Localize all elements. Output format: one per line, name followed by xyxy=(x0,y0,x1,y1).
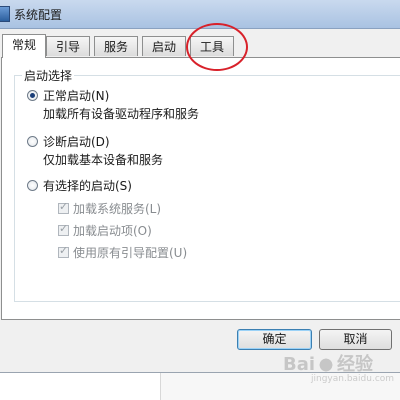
selective-startup-label[interactable]: 有选择的启动(S) xyxy=(43,177,132,194)
tab-startup[interactable]: 启动 xyxy=(142,36,187,56)
diagnostic-startup-description: 仅加载基本设备和服务 xyxy=(43,153,164,167)
use-original-boot-config-checkbox[interactable] xyxy=(58,244,69,258)
ok-button[interactable]: 确定 xyxy=(237,329,312,350)
window-title: 系统配置 xyxy=(14,8,63,22)
background-pane xyxy=(0,373,161,400)
diagnostic-startup-label[interactable]: 诊断启动(D) xyxy=(43,133,110,150)
cancel-button[interactable]: 取消 xyxy=(319,329,392,350)
watermark-url: jingyan.baidu.com xyxy=(311,374,395,384)
system-config-window: 系统配置 常规 引导 服务 启动 工具 启动选择 正常启动(N) 加载所有设备驱… xyxy=(0,0,400,373)
tab-tools[interactable]: 工具 xyxy=(190,36,235,56)
use-original-boot-config-label: 使用原有引导配置(U) xyxy=(73,246,188,260)
tab-general[interactable]: 常规 xyxy=(2,34,47,58)
load-startup-items-label: 加载启动项(O) xyxy=(73,224,152,238)
normal-startup-radio[interactable] xyxy=(27,90,38,101)
normal-startup-label[interactable]: 正常启动(N) xyxy=(43,87,109,104)
baidu-watermark: Bai 经验 jingyan.baidu.com xyxy=(283,350,395,390)
load-system-services-label: 加载系统服务(L) xyxy=(73,202,162,216)
diagnostic-startup-radio[interactable] xyxy=(27,136,38,147)
startup-selection-group: 启动选择 正常启动(N) 加载所有设备驱动程序和服务 诊断启动(D) 仅加载基本… xyxy=(14,67,400,302)
title-bar: 系统配置 xyxy=(0,0,400,29)
load-startup-items-checkbox[interactable] xyxy=(58,222,69,236)
tab-boot[interactable]: 引导 xyxy=(46,36,91,56)
watermark-text-2: 经验 xyxy=(337,354,374,375)
selective-startup-radio[interactable] xyxy=(27,180,38,191)
group-title: 启动选择 xyxy=(22,67,75,84)
tab-services[interactable]: 服务 xyxy=(94,36,139,56)
tab-strip: 常规 引导 服务 启动 工具 xyxy=(0,34,400,58)
app-icon xyxy=(0,6,10,22)
paw-icon xyxy=(315,354,338,376)
general-tab-panel: 启动选择 正常启动(N) 加载所有设备驱动程序和服务 诊断启动(D) 仅加载基本… xyxy=(1,57,400,320)
normal-startup-description: 加载所有设备驱动程序和服务 xyxy=(43,107,200,121)
load-system-services-checkbox[interactable] xyxy=(58,200,69,214)
watermark-text: Bai xyxy=(283,354,316,375)
